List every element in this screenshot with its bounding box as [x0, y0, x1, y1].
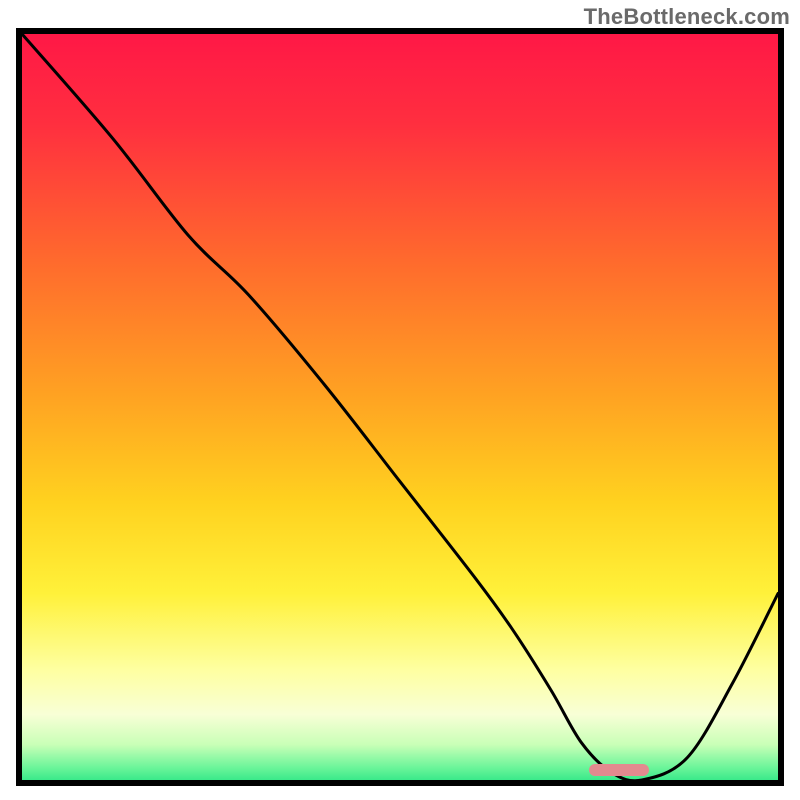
- chart-root: TheBottleneck.com: [0, 0, 800, 800]
- plot-inner: [22, 34, 778, 780]
- watermark-text: TheBottleneck.com: [584, 4, 790, 30]
- plot-frame: [16, 28, 784, 786]
- optimal-marker: [589, 764, 649, 776]
- bottleneck-curve: [22, 34, 778, 780]
